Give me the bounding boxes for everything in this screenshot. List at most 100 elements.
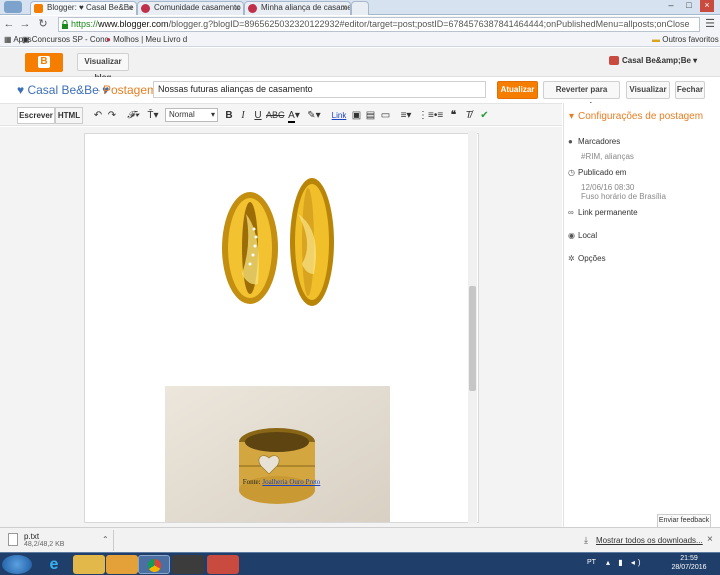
- redo-icon[interactable]: ↷: [106, 108, 118, 123]
- heart-ring-photo[interactable]: [165, 386, 390, 523]
- breadcrumb-separator: ·: [97, 83, 101, 97]
- minimize-icon[interactable]: –: [664, 0, 678, 12]
- url-path: /blogger.g?blogID=8965625032320122932#ed…: [168, 19, 690, 29]
- download-item[interactable]: p.txt 48,2/48,2 KB ⌃: [4, 530, 114, 551]
- format-select[interactable]: Normal: [165, 108, 218, 122]
- labels-value: #RIM, alianças: [581, 152, 634, 161]
- post-title-input[interactable]: Nossas futuras alianças de casamento: [153, 81, 486, 98]
- published-datetime: 12/06/16 08:30: [581, 183, 635, 192]
- revert-to-draft-button[interactable]: Reverter para rascunho: [543, 81, 620, 110]
- highlight-color-icon[interactable]: ✎▾: [305, 108, 323, 123]
- text-color-icon[interactable]: A▾: [286, 108, 302, 123]
- font-family-icon[interactable]: 𝓕▾: [124, 108, 142, 123]
- language-indicator[interactable]: PT: [587, 559, 596, 566]
- timezone: Fuso horário de Brasília: [581, 192, 666, 201]
- app-icon-2[interactable]: [207, 555, 239, 574]
- bookmark-label: Concursos SP - Conc: [31, 35, 109, 44]
- back-arrow-icon[interactable]: ←: [2, 18, 16, 31]
- account-menu[interactable]: Casal Be&amp;Be ▾: [622, 56, 697, 65]
- bulleted-list-icon[interactable]: •≡: [433, 108, 444, 123]
- account-name: Casal Be&amp;Be: [622, 56, 691, 65]
- close-window-icon[interactable]: ×: [700, 0, 714, 12]
- account-avatar-icon: [609, 56, 619, 65]
- html-mode-button[interactable]: HTML: [55, 107, 83, 124]
- close-tab-icon[interactable]: ×: [235, 2, 240, 14]
- caption-source-link[interactable]: Joalheria Ouro Preto: [262, 478, 320, 486]
- close-download-bar-icon[interactable]: ×: [707, 534, 713, 545]
- preview-button[interactable]: Visualizar: [626, 81, 670, 99]
- close-tab-icon[interactable]: ×: [128, 2, 133, 14]
- bookmark-molhos[interactable]: ● Molhos | Meu Livro d: [106, 33, 187, 46]
- post-settings-title[interactable]: ▾ Configurações de postagem: [569, 111, 703, 122]
- download-filename: p.txt: [24, 532, 40, 541]
- underline-icon[interactable]: U: [253, 108, 263, 123]
- media-player-icon[interactable]: [106, 555, 138, 574]
- app-icon[interactable]: [172, 555, 204, 574]
- insert-link-button[interactable]: Link: [331, 108, 347, 123]
- user-icon[interactable]: [4, 1, 22, 13]
- clock-date: 28/07/2016: [671, 564, 707, 571]
- download-size: 48,2/48,2 KB: [24, 541, 65, 548]
- forward-arrow-icon[interactable]: →: [18, 18, 32, 31]
- insert-video-icon[interactable]: ▤: [365, 108, 376, 123]
- address-bar: ← → ↻ https://www.blogger.com/blogger.g?…: [0, 16, 720, 33]
- show-all-downloads-link[interactable]: Mostrar todos os downloads...: [596, 536, 703, 545]
- bookmarks-bar: ▦ Apps ▣ Concursos SP - Conc ● Molhos | …: [0, 33, 720, 47]
- close-tab-icon[interactable]: ×: [342, 2, 347, 14]
- blogger-logo[interactable]: B: [25, 53, 63, 72]
- clear-format-icon[interactable]: T̸: [463, 108, 474, 123]
- strikethrough-icon[interactable]: ABC: [266, 108, 285, 123]
- tab-blogger[interactable]: Blogger: ♥ Casal Be&Be ♥ ×: [30, 1, 137, 15]
- reload-icon[interactable]: ↻: [36, 18, 50, 31]
- permalink-section[interactable]: ∞ Link permanente: [568, 208, 638, 217]
- tab-comunidade[interactable]: Comunidade casamento ×: [137, 1, 244, 15]
- published-section[interactable]: ◷ Publicado em: [568, 168, 626, 177]
- permalink-heading: Link permanente: [578, 208, 638, 217]
- blog-name-menu[interactable]: ♥ Casal Be&Be ♥: [17, 83, 109, 97]
- lock-icon: [62, 20, 68, 29]
- update-button[interactable]: Atualizar: [497, 81, 538, 99]
- system-tray-icons[interactable]: ▴ ▮ ◂): [606, 558, 656, 567]
- bookmark-concursos[interactable]: ▣ Concursos SP - Conc: [22, 33, 109, 46]
- view-blog-button[interactable]: Visualizar blog: [77, 53, 129, 82]
- published-heading: Publicado em: [578, 168, 627, 177]
- text-size-icon[interactable]: T̄▾: [144, 108, 162, 123]
- align-icon[interactable]: ≡▾: [397, 108, 415, 123]
- clock-icon: ◷: [568, 168, 575, 177]
- quote-icon[interactable]: ❝: [448, 108, 459, 123]
- jump-break-icon[interactable]: ▭: [380, 108, 391, 123]
- compose-mode-button[interactable]: Escrever: [17, 107, 55, 124]
- spellcheck-icon[interactable]: ✔: [479, 108, 490, 123]
- gear-icon: ✲: [568, 254, 575, 263]
- undo-icon[interactable]: ↶: [92, 108, 104, 123]
- insert-image-icon[interactable]: ▣: [351, 108, 362, 123]
- editor-scrollbar[interactable]: [468, 131, 477, 523]
- post-body-editor[interactable]: [84, 133, 479, 523]
- new-tab-button[interactable]: [351, 1, 369, 15]
- url-input[interactable]: https://www.blogger.com/blogger.g?blogID…: [58, 17, 700, 32]
- italic-icon[interactable]: I: [238, 108, 248, 123]
- tab-label: Minha aliança de casame: [261, 3, 351, 12]
- chevron-up-icon[interactable]: ⌃: [102, 535, 109, 544]
- start-button-icon[interactable]: [2, 555, 32, 574]
- labels-section[interactable]: ● Marcadores: [568, 137, 620, 146]
- scrollbar-thumb[interactable]: [469, 286, 476, 391]
- numbered-list-icon[interactable]: ⋮≡: [418, 108, 434, 123]
- file-explorer-icon[interactable]: [73, 555, 105, 574]
- link-icon: ∞: [568, 208, 574, 217]
- bookmark-label: Molhos | Meu Livro d: [113, 35, 188, 44]
- system-clock[interactable]: 21:59 28/07/2016: [664, 554, 714, 572]
- location-section[interactable]: ◉ Local: [568, 231, 597, 240]
- options-heading: Opções: [578, 254, 606, 263]
- menu-icon[interactable]: ☰: [703, 18, 717, 31]
- chrome-icon[interactable]: [138, 555, 170, 574]
- options-section[interactable]: ✲ Opções: [568, 254, 606, 263]
- bold-icon[interactable]: B: [224, 108, 234, 123]
- bookmark-outros[interactable]: ▬ Outros favoritos: [652, 33, 719, 46]
- internet-explorer-icon[interactable]: e: [40, 555, 68, 574]
- wedding-rings-image[interactable]: [218, 174, 344, 314]
- close-button[interactable]: Fechar: [675, 81, 705, 99]
- maximize-icon[interactable]: □: [682, 0, 696, 12]
- send-feedback-button[interactable]: Enviar feedback: [657, 514, 711, 528]
- tab-alianca[interactable]: Minha aliança de casame ×: [244, 1, 351, 15]
